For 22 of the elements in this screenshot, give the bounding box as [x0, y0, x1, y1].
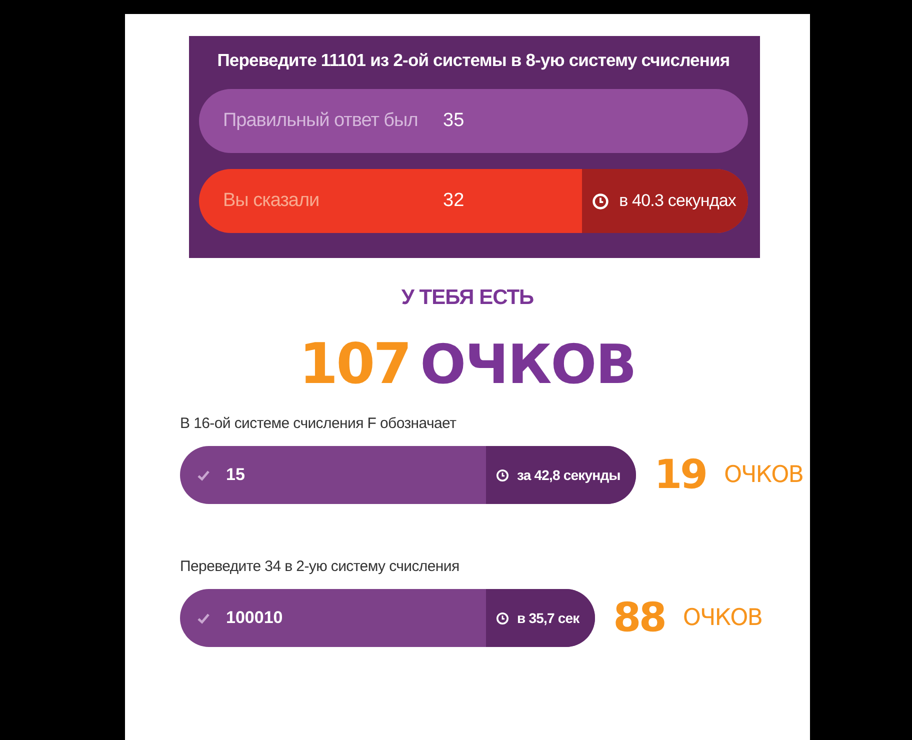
time-text: в 35,7 сек	[517, 610, 580, 626]
clock-icon	[496, 612, 509, 624]
score-unit: ОЧКОВ	[420, 333, 636, 396]
question-text: Переведите 34 в 2-ую систему счисления	[180, 558, 460, 575]
score-header: У ТЕБЯ ЕСТЬ	[400, 286, 535, 310]
time-text: за 42,8 секунды	[517, 467, 620, 483]
clock-icon	[496, 468, 509, 482]
score-points: 107	[299, 332, 410, 397]
clock-icon	[592, 192, 610, 210]
your-answer-label: Вы сказали	[222, 190, 320, 212]
points-unit: ОЧКОВ	[682, 605, 762, 631]
answer-points: 88	[613, 595, 665, 641]
correct-answer-value: 35	[443, 110, 466, 132]
answer-value: 15	[226, 465, 246, 485]
answer-points: 19	[654, 452, 706, 498]
answer-value: 100010	[226, 608, 284, 628]
correct-answer-label: Правильный ответ был	[222, 110, 419, 132]
your-answer-value: 32	[443, 190, 466, 212]
question-title: Переведите 11101 из 2-ой системы в 8-ую систему счисления	[216, 50, 731, 71]
question-text: В 16-ой системе счисления F обозначает	[180, 415, 458, 432]
time-text: в 40.3 секундах	[619, 191, 736, 211]
points-unit: ОЧКОВ	[724, 462, 804, 488]
